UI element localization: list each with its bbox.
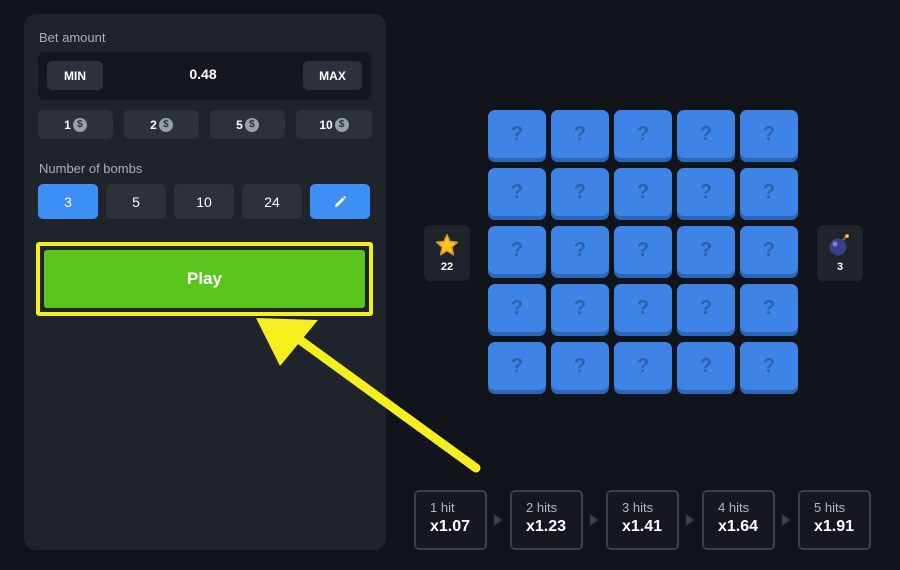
chip-value: 5 bbox=[236, 117, 243, 132]
play-highlight-frame: Play bbox=[36, 242, 373, 316]
multiplier-value: x1.91 bbox=[814, 518, 855, 535]
tile-r3-c1[interactable]: ? bbox=[488, 226, 546, 278]
pencil-icon bbox=[335, 195, 347, 207]
multiplier-card: 3 hits x1.41 bbox=[606, 490, 679, 550]
play-button[interactable]: Play bbox=[44, 250, 365, 308]
tile-r5-c2[interactable]: ? bbox=[551, 342, 609, 394]
game-stage: Bet amount MIN 0.48 MAX 1 $ 2 $ 5 $ 10 $ bbox=[0, 0, 900, 570]
tile-r3-c2[interactable]: ? bbox=[551, 226, 609, 278]
multiplier-card: 5 hits x1.91 bbox=[798, 490, 871, 550]
tile-r1-c1[interactable]: ? bbox=[488, 110, 546, 162]
coin-icon: $ bbox=[244, 117, 259, 132]
tile-r3-c4[interactable]: ? bbox=[677, 226, 735, 278]
tile-r1-c5[interactable]: ? bbox=[740, 110, 798, 162]
bet-chip-5[interactable]: 5 $ bbox=[210, 110, 285, 139]
tile-r5-c3[interactable]: ? bbox=[614, 342, 672, 394]
tile-r3-c3[interactable]: ? bbox=[614, 226, 672, 278]
tile-r2-c4[interactable]: ? bbox=[677, 168, 735, 220]
chevron-right-icon bbox=[590, 514, 598, 526]
multiplier-value: x1.23 bbox=[526, 518, 567, 535]
tile-r1-c3[interactable]: ? bbox=[614, 110, 672, 162]
bombs-label: Number of bombs bbox=[39, 161, 143, 176]
bomb-icon bbox=[829, 234, 849, 256]
chevron-right-icon bbox=[686, 514, 694, 526]
bet-chip-row: 1 $ 2 $ 5 $ 10 $ bbox=[38, 110, 372, 139]
tile-r5-c5[interactable]: ? bbox=[740, 342, 798, 394]
tile-r5-c1[interactable]: ? bbox=[488, 342, 546, 394]
tile-r1-c4[interactable]: ? bbox=[677, 110, 735, 162]
chip-value: 10 bbox=[319, 117, 333, 132]
bomb-options-row: 3 5 10 24 bbox=[38, 184, 372, 220]
multiplier-hits: 3 hits bbox=[622, 500, 654, 515]
bomb-option-10[interactable]: 10 bbox=[174, 184, 234, 219]
tile-r5-c4[interactable]: ? bbox=[677, 342, 735, 394]
chevron-right-icon bbox=[494, 514, 502, 526]
edit-bombs-button[interactable] bbox=[310, 184, 370, 219]
max-button[interactable]: MAX bbox=[303, 61, 362, 90]
multiplier-hits: 1 hit bbox=[430, 500, 455, 515]
coin-icon: $ bbox=[334, 117, 349, 132]
tile-r2-c3[interactable]: ? bbox=[614, 168, 672, 220]
bet-chip-1[interactable]: 1 $ bbox=[38, 110, 113, 139]
chip-value: 2 bbox=[150, 117, 157, 132]
multiplier-card: 2 hits x1.23 bbox=[510, 490, 583, 550]
bet-amount-label: Bet amount bbox=[39, 30, 106, 45]
gems-count: 22 bbox=[440, 261, 454, 273]
bombs-counter: 3 bbox=[817, 225, 863, 281]
multiplier-hits: 2 hits bbox=[526, 500, 558, 515]
star-icon bbox=[435, 233, 459, 256]
coin-icon: $ bbox=[158, 117, 173, 132]
tile-r4-c2[interactable]: ? bbox=[551, 284, 609, 336]
bomb-option-3[interactable]: 3 bbox=[38, 184, 98, 219]
bet-amount-input[interactable]: 0.48 bbox=[128, 66, 278, 82]
multiplier-value: x1.07 bbox=[430, 518, 471, 535]
bomb-option-24[interactable]: 24 bbox=[242, 184, 302, 219]
tile-r4-c4[interactable]: ? bbox=[677, 284, 735, 336]
chip-value: 1 bbox=[64, 117, 71, 132]
bombs-count: 3 bbox=[836, 261, 844, 273]
bomb-option-5[interactable]: 5 bbox=[106, 184, 166, 219]
multiplier-hits: 5 hits bbox=[814, 500, 846, 515]
tile-r2-c2[interactable]: ? bbox=[551, 168, 609, 220]
tile-r3-c5[interactable]: ? bbox=[740, 226, 798, 278]
controls-panel: Bet amount MIN 0.48 MAX 1 $ 2 $ 5 $ 10 $ bbox=[24, 14, 386, 550]
gems-counter: 22 bbox=[424, 225, 470, 281]
multiplier-value: x1.64 bbox=[718, 518, 759, 535]
tile-r4-c1[interactable]: ? bbox=[488, 284, 546, 336]
multiplier-hits: 4 hits bbox=[718, 500, 750, 515]
coin-icon: $ bbox=[72, 117, 87, 132]
bet-chip-2[interactable]: 2 $ bbox=[124, 110, 199, 139]
tile-r2-c5[interactable]: ? bbox=[740, 168, 798, 220]
chevron-right-icon bbox=[782, 514, 790, 526]
multiplier-card: 1 hit x1.07 bbox=[414, 490, 487, 550]
min-button[interactable]: MIN bbox=[47, 61, 103, 90]
tile-r2-c1[interactable]: ? bbox=[488, 168, 546, 220]
tile-r1-c2[interactable]: ? bbox=[551, 110, 609, 162]
tile-r4-c5[interactable]: ? bbox=[740, 284, 798, 336]
bet-chip-10[interactable]: 10 $ bbox=[296, 110, 372, 139]
tile-r4-c3[interactable]: ? bbox=[614, 284, 672, 336]
bet-amount-box: MIN 0.48 MAX bbox=[38, 52, 371, 100]
multiplier-card: 4 hits x1.64 bbox=[702, 490, 775, 550]
multiplier-value: x1.41 bbox=[622, 518, 663, 535]
